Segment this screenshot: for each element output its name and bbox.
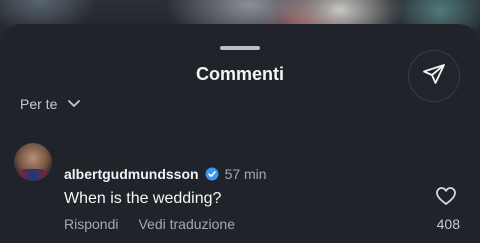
avatar-image-detail <box>18 169 48 181</box>
comment-actions: Rispondi Vedi traduzione <box>64 216 235 232</box>
comment-time: 57 min <box>224 166 267 182</box>
drag-handle[interactable] <box>220 46 260 50</box>
heart-icon <box>435 186 457 211</box>
translate-button[interactable]: Vedi traduzione <box>138 216 235 232</box>
sort-filter-label: Per te <box>20 96 58 112</box>
verified-badge-icon <box>205 167 219 181</box>
send-icon <box>422 62 446 91</box>
reply-button[interactable]: Rispondi <box>64 216 118 232</box>
comment-item: albertgudmundsson 57 min When is the wed… <box>0 140 480 243</box>
comment-meta: albertgudmundsson 57 min <box>64 166 267 182</box>
like-count: 408 <box>436 216 460 232</box>
share-button[interactable] <box>408 50 460 102</box>
avatar[interactable] <box>14 143 52 181</box>
like-button[interactable] <box>435 186 457 211</box>
comment-text: When is the wedding? <box>64 190 222 207</box>
sort-filter[interactable]: Per te <box>20 96 81 112</box>
comment-username[interactable]: albertgudmundsson <box>64 166 199 182</box>
chevron-down-icon <box>67 99 81 109</box>
